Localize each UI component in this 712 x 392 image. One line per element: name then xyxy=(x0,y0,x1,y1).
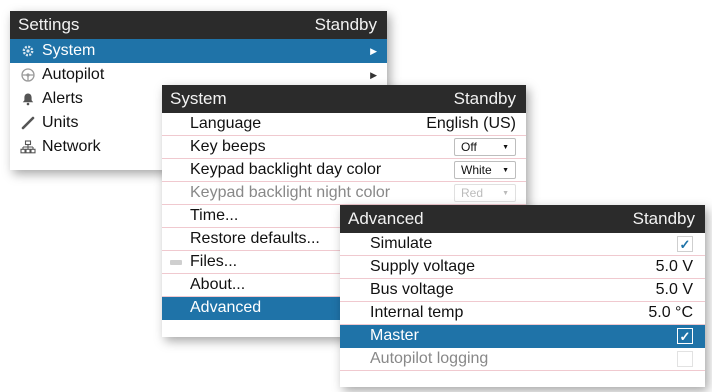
system-item-language[interactable]: Language English (US) xyxy=(162,113,526,136)
network-icon xyxy=(17,140,39,154)
system-item-label: Language xyxy=(190,115,262,132)
dropdown-value: Red xyxy=(461,186,484,200)
chevron-right-icon: ▶ xyxy=(370,45,377,56)
caret-down-icon: ▼ xyxy=(502,143,509,151)
checkmark-icon: ✓ xyxy=(679,328,691,344)
advanced-item-bus-voltage[interactable]: Bus voltage 5.0 V xyxy=(340,279,705,302)
advanced-item-supply-voltage[interactable]: Supply voltage 5.0 V xyxy=(340,256,705,279)
caret-down-icon: ▼ xyxy=(502,166,509,174)
bell-icon xyxy=(17,92,39,106)
chevron-right-icon: ▶ xyxy=(370,69,377,80)
settings-item-label: Autopilot xyxy=(42,66,105,83)
ruler-icon xyxy=(17,116,39,130)
backlight-night-dropdown[interactable]: Red ▼ xyxy=(454,184,516,202)
advanced-titlebar: Advanced Standby xyxy=(340,205,705,233)
advanced-item-label: Autopilot logging xyxy=(370,350,489,367)
advanced-item-label: Supply voltage xyxy=(370,258,475,275)
system-item-label: Keypad backlight day color xyxy=(190,161,382,178)
advanced-item-label: Internal temp xyxy=(370,304,464,321)
advanced-status: Standby xyxy=(632,209,695,228)
advanced-title: Advanced xyxy=(348,209,424,228)
dropdown-value: Off xyxy=(461,140,477,154)
settings-titlebar: Settings Standby xyxy=(10,11,387,39)
bus-voltage-value: 5.0 V xyxy=(655,281,693,298)
settings-status: Standby xyxy=(314,15,377,34)
system-item-backlight-night[interactable]: Keypad backlight night color Red ▼ xyxy=(162,182,526,205)
master-checkbox[interactable]: ✓ xyxy=(677,328,693,344)
settings-item-autopilot[interactable]: Autopilot ▶ xyxy=(10,63,387,87)
checkmark-icon: ✓ xyxy=(679,236,691,252)
file-icon xyxy=(170,260,182,265)
advanced-item-master[interactable]: Master ✓ xyxy=(340,325,705,348)
system-item-label: Keypad backlight night color xyxy=(190,184,391,201)
internal-temp-value: 5.0 °C xyxy=(648,304,693,321)
advanced-item-label: Master xyxy=(370,327,419,344)
settings-item-system[interactable]: System ▶ xyxy=(10,39,387,63)
helm-icon xyxy=(17,67,39,83)
autopilot-logging-checkbox[interactable] xyxy=(677,351,693,367)
settings-item-label: System xyxy=(42,42,96,59)
advanced-item-label: Simulate xyxy=(370,235,433,252)
system-status: Standby xyxy=(453,89,516,108)
key-beeps-dropdown[interactable]: Off ▼ xyxy=(454,138,516,156)
advanced-item-simulate[interactable]: Simulate ✓ xyxy=(340,233,705,256)
system-item-label: Key beeps xyxy=(190,138,266,155)
caret-down-icon: ▼ xyxy=(502,189,509,197)
system-item-backlight-day[interactable]: Keypad backlight day color White ▼ xyxy=(162,159,526,182)
advanced-item-label: Bus voltage xyxy=(370,281,454,298)
advanced-item-internal-temp[interactable]: Internal temp 5.0 °C xyxy=(340,302,705,325)
gear-icon xyxy=(17,44,39,58)
settings-title: Settings xyxy=(18,15,80,34)
language-value: English (US) xyxy=(426,115,516,132)
advanced-item-autopilot-logging[interactable]: Autopilot logging xyxy=(340,348,705,371)
simulate-checkbox[interactable]: ✓ xyxy=(677,236,693,252)
dropdown-value: White xyxy=(461,163,492,177)
system-item-key-beeps[interactable]: Key beeps Off ▼ xyxy=(162,136,526,159)
backlight-day-dropdown[interactable]: White ▼ xyxy=(454,161,516,179)
system-title: System xyxy=(170,89,227,108)
system-titlebar: System Standby xyxy=(162,85,526,113)
supply-voltage-value: 5.0 V xyxy=(655,258,693,275)
advanced-panel: Advanced Standby Simulate ✓ Supply volta… xyxy=(340,205,705,387)
